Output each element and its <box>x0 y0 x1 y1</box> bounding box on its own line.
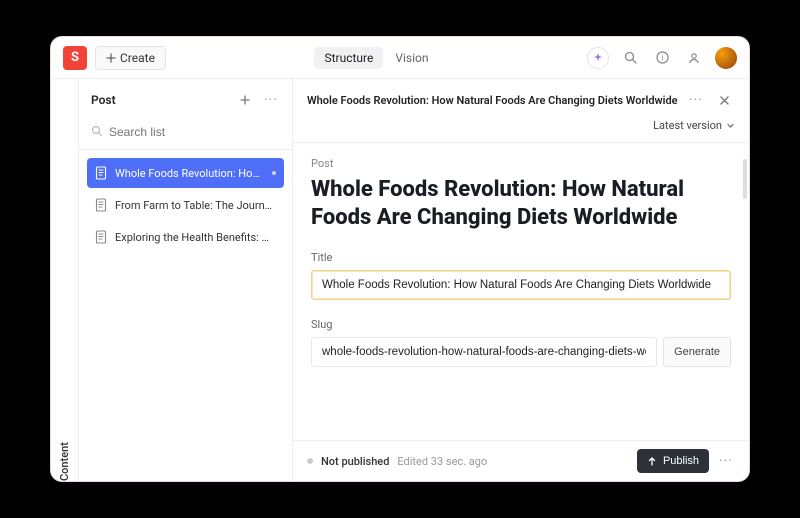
help-icon[interactable]: i <box>651 47 673 69</box>
publish-status: Not published <box>321 455 389 468</box>
search-input[interactable] <box>79 117 292 149</box>
publish-icon <box>647 456 657 466</box>
scrollbar[interactable] <box>743 159 747 199</box>
post-list: Whole Foods Revolution: How N… From Farm… <box>79 150 292 260</box>
app-logo[interactable]: S <box>63 46 87 70</box>
list-item-label: Exploring the Health Benefits: A D… <box>115 231 276 244</box>
search-icon[interactable] <box>619 47 641 69</box>
document-icon <box>95 198 107 212</box>
list-item[interactable]: Whole Foods Revolution: How N… <box>87 158 284 188</box>
slug-input[interactable] <box>311 337 657 367</box>
list-item[interactable]: From Farm to Table: The Journey … <box>87 190 284 220</box>
last-edited: Edited 33 sec. ago <box>397 455 487 468</box>
document-title: Whole Foods Revolution: How Natural Food… <box>307 94 679 107</box>
list-pane-header: Post ··· <box>79 79 292 117</box>
document-icon <box>95 230 107 244</box>
sparkle-icon[interactable] <box>587 47 609 69</box>
document-icon <box>95 166 107 180</box>
tab-vision[interactable]: Vision <box>385 47 438 69</box>
main-pane: Whole Foods Revolution: How Natural Food… <box>293 79 749 481</box>
title-input[interactable] <box>311 270 731 300</box>
publish-label: Publish <box>663 455 699 467</box>
list-item-label: Whole Foods Revolution: How N… <box>115 167 264 180</box>
left-rail: Content <box>51 79 79 481</box>
topbar-actions: i <box>587 47 737 69</box>
list-pane: Post ··· Whole Fo <box>79 79 293 481</box>
list-search <box>79 117 292 150</box>
chevron-down-icon <box>726 121 735 130</box>
list-pane-title: Post <box>91 93 228 107</box>
document-more-icon[interactable]: ··· <box>687 92 705 108</box>
publish-button[interactable]: Publish <box>637 449 709 473</box>
app-window: S Create Structure Vision i <box>50 36 750 482</box>
generate-button[interactable]: Generate <box>663 337 731 367</box>
slug-label: Slug <box>311 318 731 331</box>
close-button[interactable] <box>713 89 735 111</box>
slug-field: Slug Generate <box>311 318 731 367</box>
content-type-label: Post <box>311 157 731 170</box>
edit-indicator-icon <box>272 171 276 175</box>
status-indicator-icon <box>307 458 313 464</box>
title-field: Title <box>311 251 731 300</box>
list-pane-more-icon[interactable]: ··· <box>262 92 280 108</box>
list-item-label: From Farm to Table: The Journey … <box>115 199 276 212</box>
body: Content Post ··· <box>51 79 749 481</box>
title-label: Title <box>311 251 731 264</box>
version-row: Latest version <box>293 117 749 143</box>
user-avatar[interactable] <box>715 47 737 69</box>
rail-label-content[interactable]: Content <box>58 95 71 481</box>
version-selector[interactable]: Latest version <box>653 119 735 132</box>
main-header: Whole Foods Revolution: How Natural Food… <box>293 79 749 117</box>
document-footer: Not published Edited 33 sec. ago Publish… <box>293 440 749 481</box>
content-heading: Whole Foods Revolution: How Natural Food… <box>311 176 731 231</box>
create-label: Create <box>120 51 155 65</box>
topbar: S Create Structure Vision i <box>51 37 749 79</box>
list-item[interactable]: Exploring the Health Benefits: A D… <box>87 222 284 252</box>
document-content: Post Whole Foods Revolution: How Natural… <box>293 143 749 440</box>
footer-more-icon[interactable]: ··· <box>717 453 735 469</box>
search-icon <box>91 125 103 137</box>
svg-text:i: i <box>661 54 663 63</box>
tab-structure[interactable]: Structure <box>314 47 383 69</box>
view-tabs: Structure Vision <box>314 47 438 69</box>
create-button[interactable]: Create <box>95 46 166 70</box>
add-post-button[interactable] <box>234 89 256 111</box>
version-label: Latest version <box>653 119 722 132</box>
plus-icon <box>106 53 116 63</box>
users-icon[interactable] <box>683 47 705 69</box>
